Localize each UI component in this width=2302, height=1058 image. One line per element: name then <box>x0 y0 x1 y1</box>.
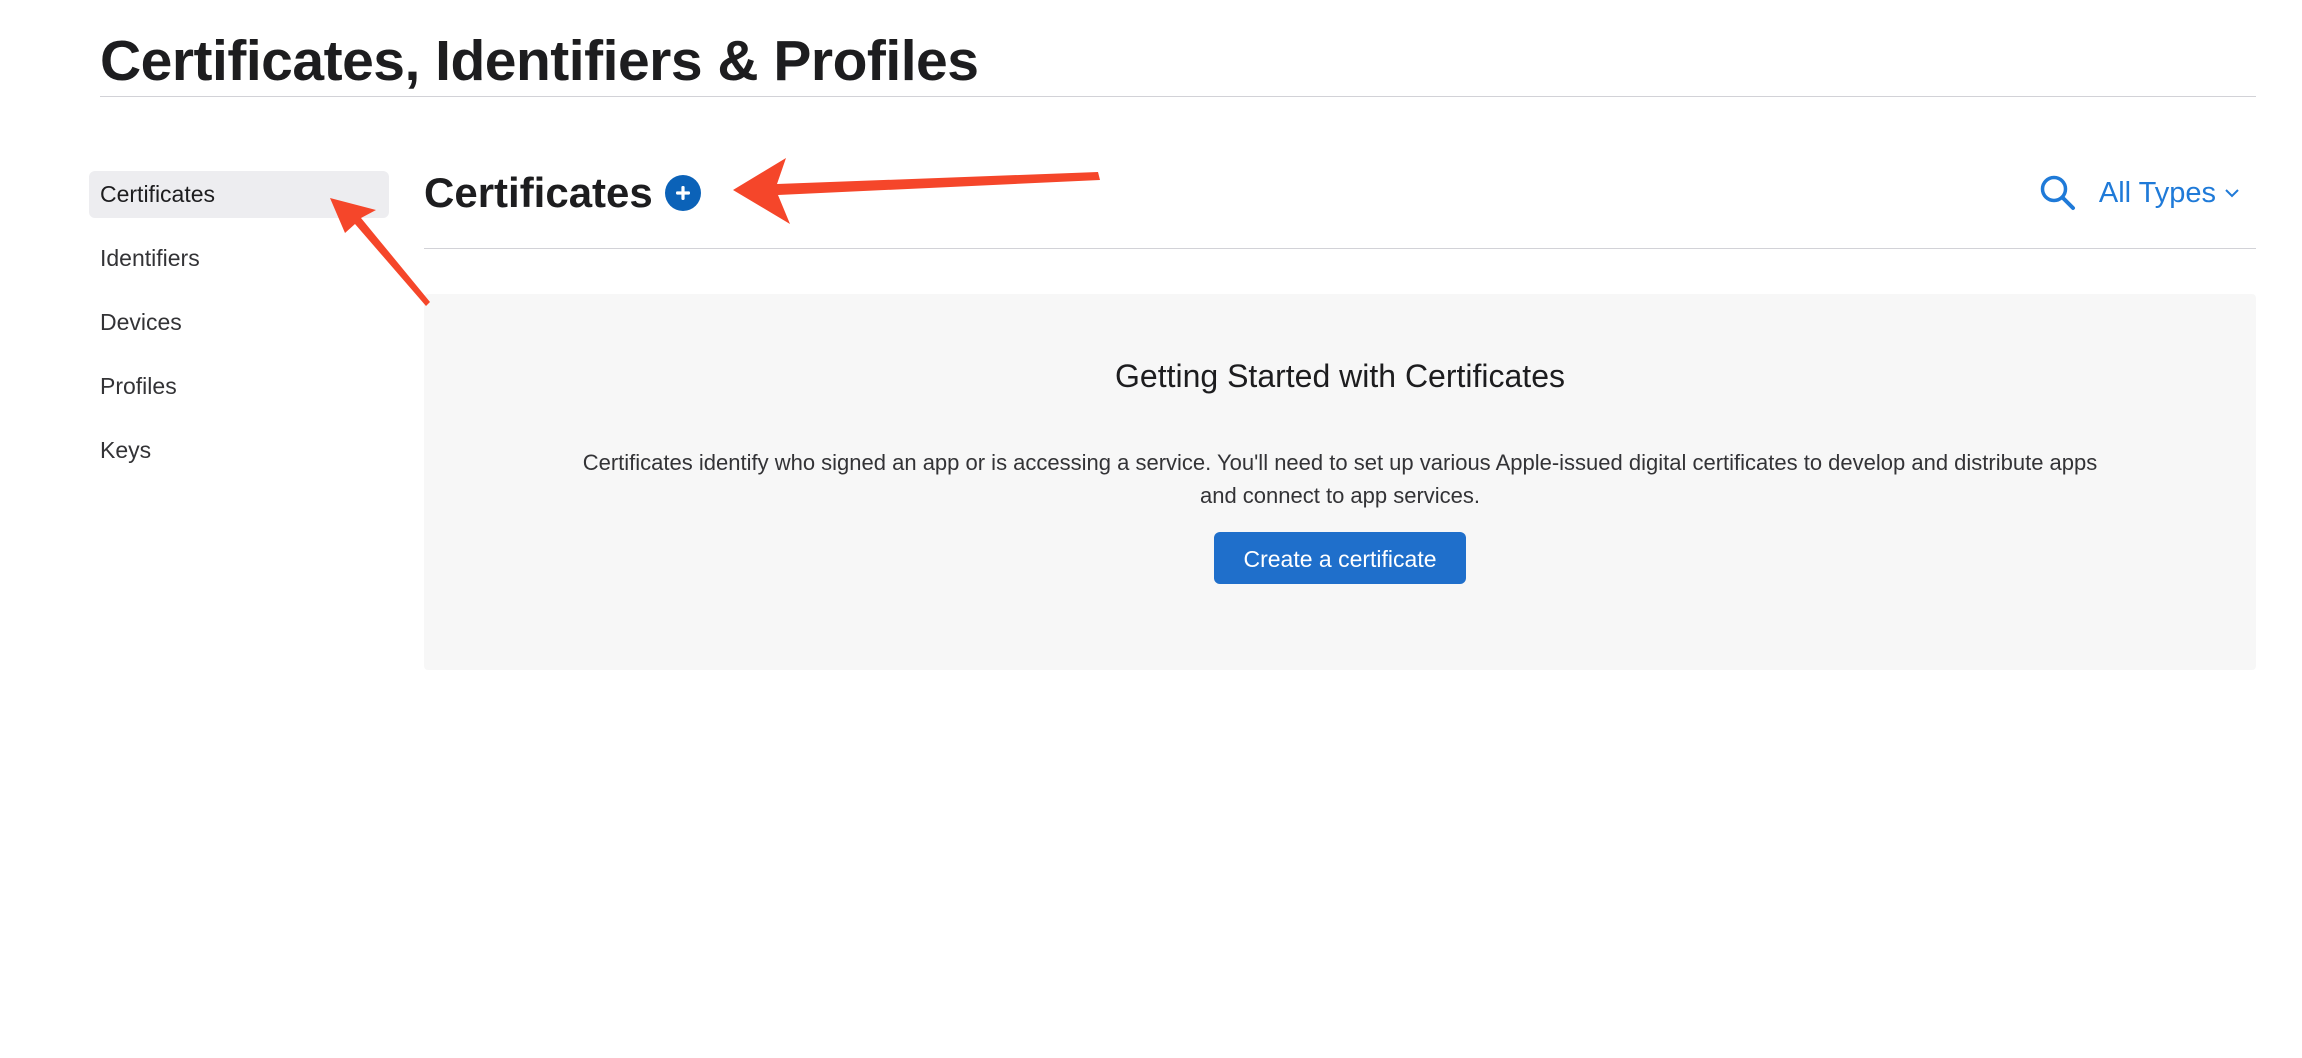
sidebar-item-keys[interactable]: Keys <box>89 427 389 474</box>
page-title: Certificates, Identifiers & Profiles <box>100 29 979 93</box>
sidebar-item-label: Certificates <box>100 181 216 207</box>
empty-state-panel: Getting Started with Certificates Certif… <box>424 294 2256 670</box>
add-certificate-button[interactable] <box>664 175 701 211</box>
header-divider <box>424 248 2256 249</box>
sidebar-item-certificates[interactable]: Certificates <box>89 171 389 218</box>
list-toolbar: All Types <box>2037 168 2240 218</box>
empty-state-title: Getting Started with Certificates <box>1115 358 1565 394</box>
sidebar-item-devices[interactable]: Devices <box>89 299 389 346</box>
section-title: Certificates <box>424 169 653 216</box>
developer-account-page: Certificates, Identifiers & Profiles Cer… <box>0 0 2302 1058</box>
arrow-annotation <box>733 158 1100 224</box>
create-certificate-button[interactable]: Create a certificate <box>1214 532 1466 584</box>
chevron-down-icon <box>2224 188 2240 198</box>
sidebar-item-identifiers[interactable]: Identifiers <box>89 235 389 282</box>
search-button[interactable] <box>2037 172 2079 214</box>
sidebar-item-profiles[interactable]: Profiles <box>89 363 389 410</box>
sidebar-item-label: Devices <box>100 309 182 335</box>
type-filter-dropdown[interactable]: All Types <box>2099 177 2240 210</box>
title-divider <box>100 96 2256 97</box>
sidebar-item-label: Profiles <box>100 373 177 399</box>
sidebar-item-label: Keys <box>100 437 152 463</box>
empty-state-description: Certificates identify who signed an app … <box>582 450 2098 508</box>
sidebar-item-label: Identifiers <box>100 245 200 271</box>
search-icon <box>2040 175 2075 210</box>
sidebar-nav: Certificates Identifiers Devices Profile… <box>89 171 389 491</box>
section-header: Certificates <box>424 160 701 226</box>
type-filter-label: All Types <box>2098 176 2216 209</box>
plus-circle-icon <box>675 186 690 200</box>
